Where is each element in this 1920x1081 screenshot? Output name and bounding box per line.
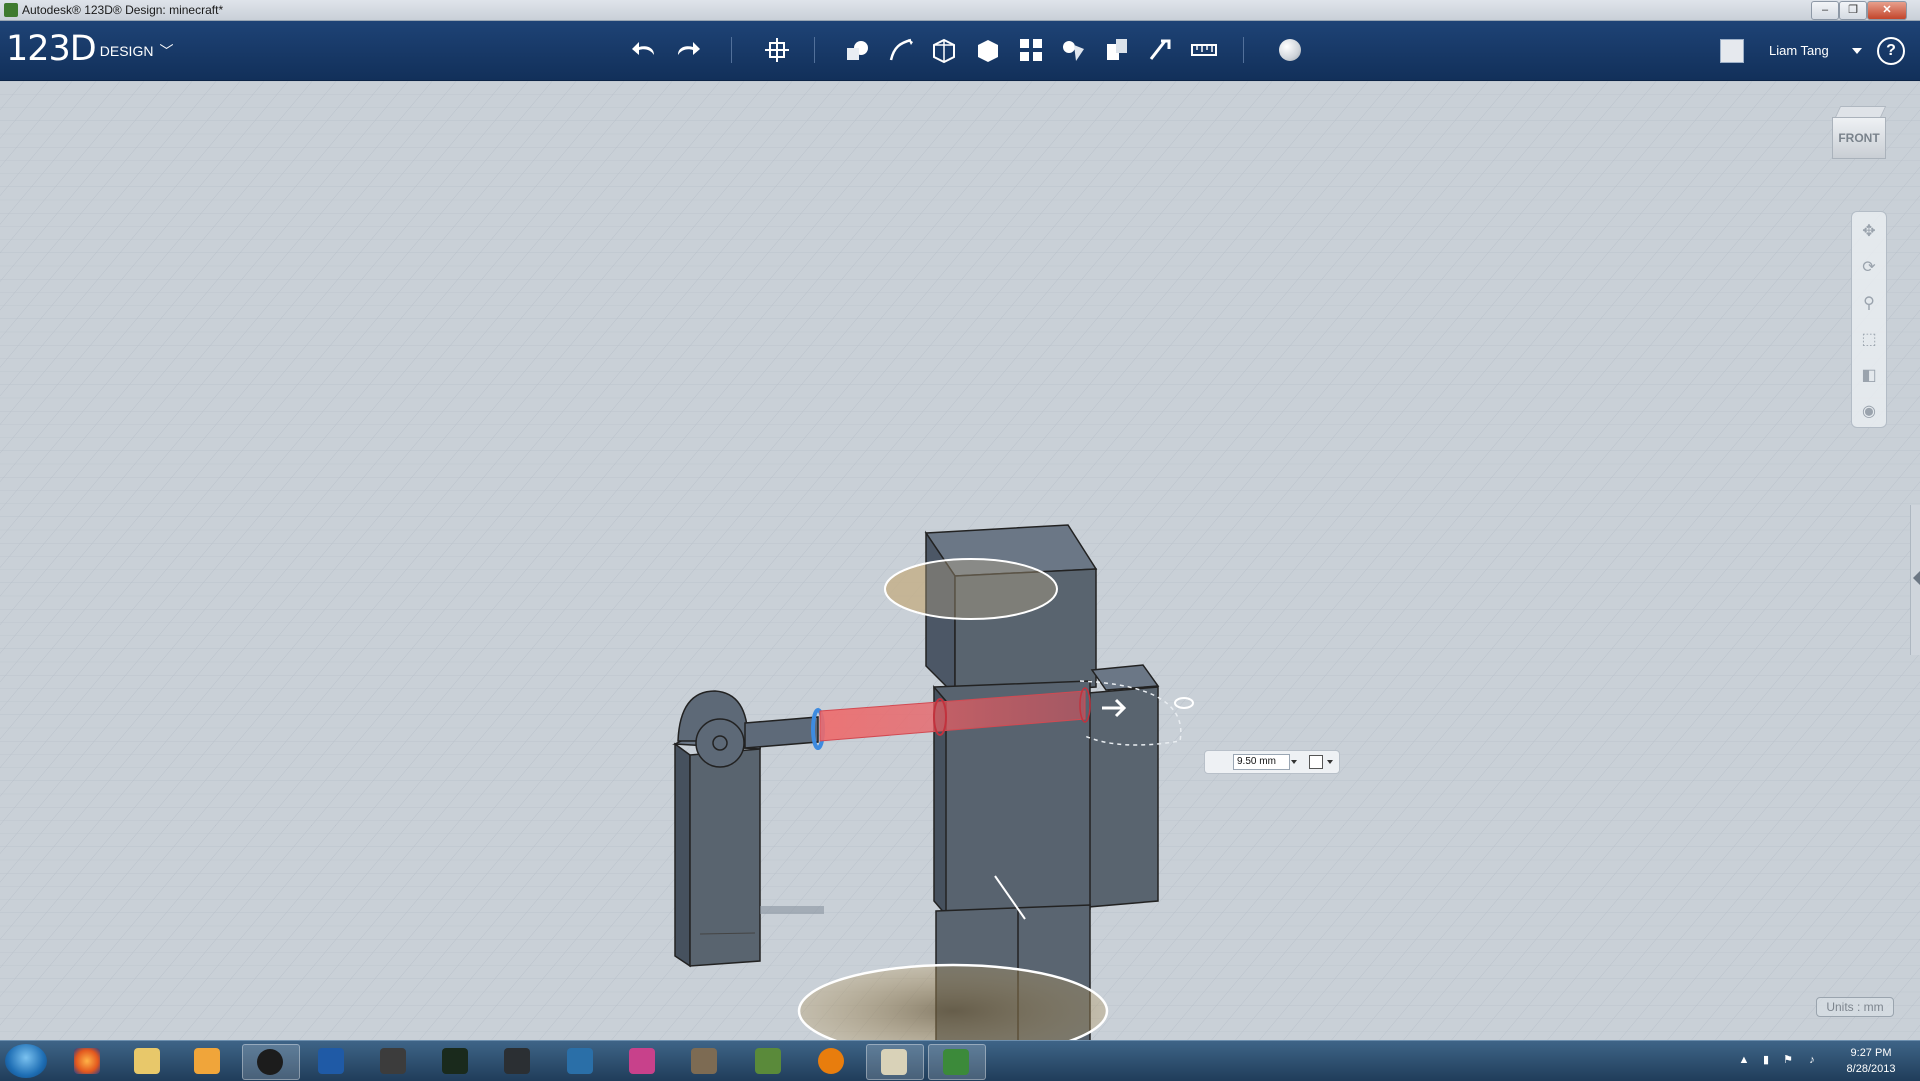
app-icon	[4, 3, 18, 17]
snap-icon[interactable]	[1145, 35, 1175, 65]
butterfly-icon[interactable]	[553, 1044, 609, 1078]
view-mode-icon[interactable]: ◧	[1859, 366, 1879, 386]
material-icon[interactable]	[1279, 39, 1301, 61]
units-indicator[interactable]: Units : mm	[1816, 997, 1894, 1017]
chevron-down-icon[interactable]	[1291, 760, 1297, 764]
grouping-icon[interactable]	[1058, 35, 1088, 65]
snap-settings-icon[interactable]	[1309, 755, 1323, 769]
chevron-down-icon[interactable]	[1327, 760, 1333, 764]
scene-canvas[interactable]	[0, 81, 1920, 1040]
redo-icon[interactable]	[672, 35, 702, 65]
flag-icon[interactable]: ⚑	[1782, 1054, 1794, 1066]
maximize-button[interactable]: ❐	[1839, 1, 1867, 20]
construct-icon[interactable]	[929, 35, 959, 65]
modify-icon[interactable]	[973, 35, 1003, 65]
toolbar-separator	[1243, 37, 1244, 63]
start-button[interactable]	[5, 1044, 47, 1078]
user-name[interactable]: Liam Tang	[1769, 43, 1829, 58]
sketch-icon[interactable]	[886, 35, 916, 65]
clock-date: 8/28/2013	[1846, 1063, 1896, 1075]
pan-icon[interactable]: ✥	[1859, 222, 1879, 242]
clock-time: 9:27 PM	[1850, 1047, 1892, 1059]
user-avatar[interactable]	[1720, 39, 1744, 63]
dimension-input-box: 9.50 mm	[1204, 750, 1340, 774]
minecraft-icon[interactable]	[741, 1044, 797, 1078]
volume-icon[interactable]: ♪	[1806, 1054, 1818, 1066]
visibility-icon[interactable]: ◉	[1859, 402, 1879, 422]
undo-icon[interactable]	[630, 35, 660, 65]
window-title: Autodesk® 123D® Design: minecraft*	[22, 3, 224, 17]
tasks-icon[interactable]	[304, 1044, 360, 1078]
side-panel-toggle[interactable]	[1910, 505, 1920, 655]
gimp-icon[interactable]	[677, 1044, 733, 1078]
chevron-down-icon: ﹀	[159, 43, 174, 59]
minimize-button[interactable]: –	[1811, 1, 1839, 20]
orbit-icon[interactable]: ⟳	[1859, 258, 1879, 278]
logo-main: 123D	[6, 29, 97, 69]
paint-icon[interactable]	[615, 1044, 671, 1078]
main-toolbar: 123D DESIGN ﹀ Liam Tang ?	[0, 21, 1920, 81]
logo-sub: DESIGN	[99, 43, 154, 59]
viewcube-front-face[interactable]: FRONT	[1832, 117, 1886, 159]
toolbar-separator	[731, 37, 732, 63]
explorer-icon[interactable]	[120, 1044, 176, 1078]
chevron-down-icon[interactable]	[1852, 48, 1862, 54]
toolbar-separator	[814, 37, 815, 63]
right-arm-block[interactable]	[1087, 664, 1160, 908]
inkscape-icon[interactable]	[366, 1044, 422, 1078]
primitives-icon[interactable]	[843, 35, 873, 65]
123d-icon[interactable]	[928, 1044, 986, 1080]
tray-clock[interactable]: 9:27 PM 8/28/2013	[1836, 1045, 1906, 1077]
3d-viewport[interactable]: FRONT ✥ ⟳ ⚲ ⬚ ◧ ◉ 9.50 mm Units : mm	[0, 81, 1920, 1040]
viewcube[interactable]: FRONT	[1829, 103, 1887, 163]
app-menu-button[interactable]: 123D DESIGN ﹀	[6, 29, 173, 69]
media-player-icon[interactable]	[180, 1044, 236, 1078]
paint-palette-icon[interactable]	[866, 1044, 924, 1080]
pen-icon[interactable]	[490, 1044, 546, 1078]
close-button[interactable]: ✕	[1867, 1, 1907, 20]
chevron-left-icon	[1913, 571, 1920, 585]
measure-icon[interactable]	[1189, 35, 1219, 65]
hp-icon[interactable]	[242, 1044, 300, 1080]
sketchbook-icon[interactable]	[428, 1044, 484, 1078]
window-titlebar: Autodesk® 123D® Design: minecraft* – ❐ ✕	[0, 0, 1920, 21]
zoom-icon[interactable]: ⚲	[1859, 294, 1879, 314]
navigation-bar: ✥ ⟳ ⚲ ⬚ ◧ ◉	[1851, 211, 1887, 428]
tray-arrow-icon[interactable]: ▲	[1738, 1054, 1750, 1066]
dimension-input[interactable]: 9.50 mm	[1233, 754, 1290, 770]
combine-icon[interactable]	[1102, 35, 1132, 65]
firefox-icon[interactable]	[60, 1044, 116, 1078]
windows-taskbar: ▲ ▮ ⚑ ♪ 9:27 PM 8/28/2013	[0, 1040, 1920, 1081]
transform-icon[interactable]	[762, 35, 792, 65]
blender-icon[interactable]	[804, 1044, 860, 1078]
pattern-icon[interactable]	[1016, 35, 1046, 65]
fit-icon[interactable]: ⬚	[1859, 330, 1879, 350]
network-icon[interactable]: ▮	[1760, 1054, 1772, 1066]
help-button[interactable]: ?	[1877, 37, 1905, 65]
